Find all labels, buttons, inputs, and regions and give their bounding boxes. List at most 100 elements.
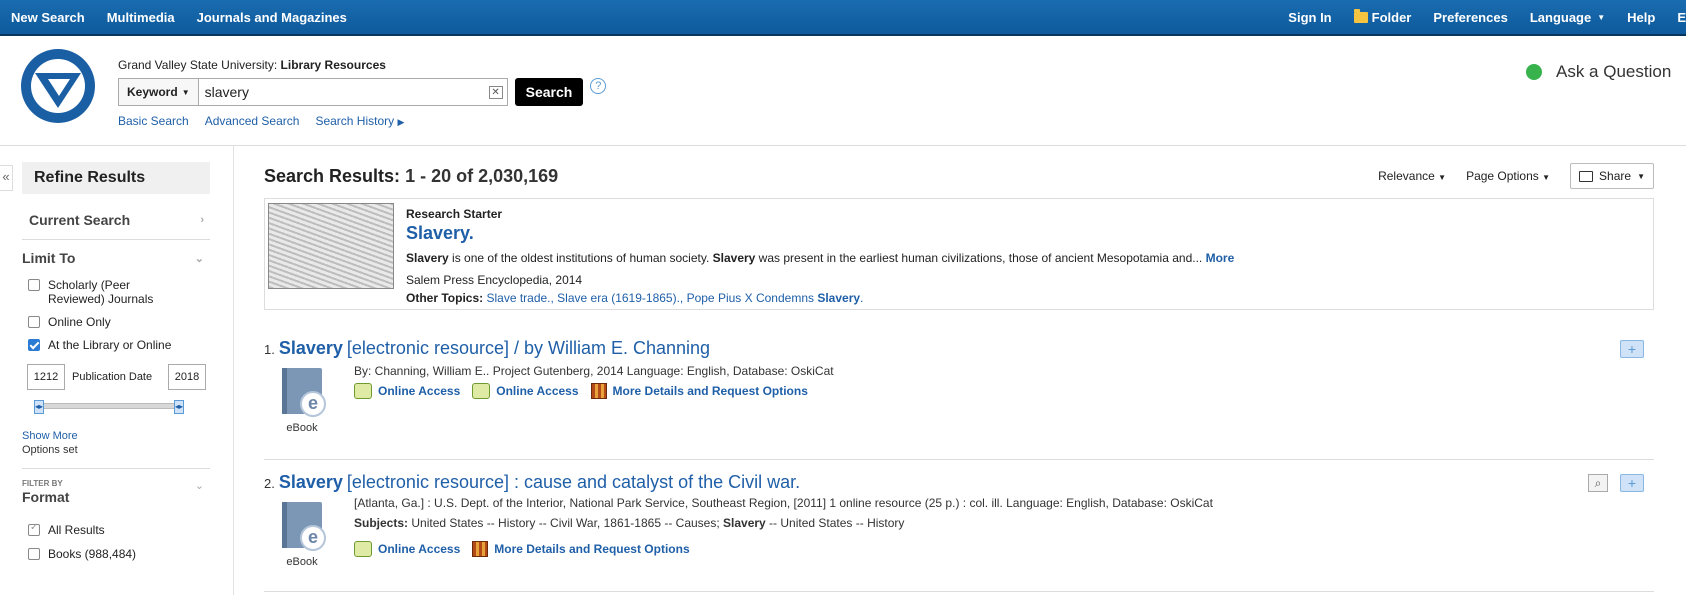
header: Grand Valley State University: Library R… — [0, 36, 1686, 146]
caret-down-icon: ▼ — [1637, 171, 1645, 181]
online-access-label[interactable]: Online Access — [496, 384, 578, 398]
checkbox[interactable] — [28, 279, 40, 291]
share-button[interactable]: Share ▼ — [1570, 163, 1654, 189]
result-item: 1. Slavery [electronic resource] / by Wil… — [264, 338, 1654, 460]
date-to-input[interactable]: 2018 — [168, 364, 206, 390]
caret-down-icon: ▼ — [1542, 173, 1551, 182]
snippet-highlight: Slavery — [406, 251, 449, 265]
ebook-icon[interactable]: e — [282, 368, 326, 417]
show-more-label[interactable]: Show More — [22, 430, 78, 442]
truncated-nav-item[interactable]: E — [1666, 10, 1686, 25]
online-access-label[interactable]: Online Access — [378, 542, 460, 556]
subjects-text: United States -- History -- Civil War, 1… — [408, 516, 724, 530]
result-links: Online Access More Details and Request O… — [354, 541, 690, 557]
language-menu[interactable]: Language ▼ — [1519, 10, 1616, 25]
add-to-folder-icon[interactable]: + — [1620, 474, 1644, 492]
other-topics-label: Other Topics: — [406, 291, 484, 305]
format-label: eBook — [286, 422, 318, 434]
university-logo-icon[interactable] — [18, 46, 98, 126]
page-options-menu[interactable]: Page Options ▼ — [1466, 169, 1550, 183]
chevron-down-icon: ⌄ — [194, 480, 204, 492]
preferences-link[interactable]: Preferences — [1422, 10, 1518, 25]
share-icon — [1579, 170, 1594, 182]
nav-new-search[interactable]: New Search — [0, 10, 96, 25]
language-label: Language — [1529, 9, 1592, 25]
help-link[interactable]: Help — [1616, 10, 1666, 25]
result-title[interactable]: 1. Slavery [electronic resource] / by Wil… — [264, 338, 1654, 359]
search-history-link[interactable]: Search History ▶ — [315, 114, 404, 128]
format-books[interactable]: Books (988,484) — [28, 547, 210, 561]
share-label: Share — [1599, 169, 1632, 183]
nav-multimedia[interactable]: Multimedia — [96, 10, 186, 25]
current-search-section[interactable]: Current Search › — [22, 200, 210, 240]
nav-journals-magazines[interactable]: Journals and Magazines — [186, 10, 358, 25]
format-all-results[interactable]: All Results — [28, 522, 210, 537]
online-access-label[interactable]: Online Access — [378, 384, 460, 398]
sign-in-link[interactable]: Sign In — [1277, 10, 1342, 25]
checkbox[interactable] — [28, 316, 40, 328]
sort-relevance-menu[interactable]: Relevance ▼ — [1378, 169, 1446, 183]
clear-search-icon[interactable]: ✕ — [488, 86, 503, 99]
sort-label: Relevance — [1378, 169, 1435, 183]
search-input[interactable]: slavery ✕ — [197, 78, 508, 106]
basic-search-link[interactable]: Basic Search — [118, 114, 189, 128]
online-access-link[interactable]: Online Access — [472, 383, 579, 399]
title-highlight: Slavery — [278, 338, 343, 358]
research-starter-title[interactable]: Slavery. — [406, 223, 1234, 244]
advanced-search-link[interactable]: Advanced Search — [205, 114, 300, 128]
title-rest: [electronic resource] : cause and cataly… — [346, 472, 801, 492]
search-sublinks: Basic Search Advanced Search Search Hist… — [118, 114, 404, 128]
subjects-text: -- United States -- History — [765, 516, 905, 530]
limit-scholarly[interactable]: Scholarly (Peer Reviewed) Journals — [28, 278, 210, 306]
online-access-link[interactable]: Online Access — [354, 383, 460, 399]
status-online-icon — [1526, 64, 1542, 80]
add-to-folder-icon[interactable]: + — [1620, 340, 1644, 358]
date-from-input[interactable]: 1212 — [27, 364, 65, 390]
filter-by-label: FILTER BY — [22, 479, 63, 488]
result-meta: [Atlanta, Ga.] : U.S. Dept. of the Inter… — [354, 496, 1213, 510]
results-label: Search Results: — [264, 165, 401, 186]
result-title[interactable]: 2. Slavery [electronic resource] : cause … — [264, 472, 1654, 493]
top-nav-bar: New Search Multimedia Journals and Magaz… — [0, 0, 1686, 36]
slider-handle-right-icon[interactable]: ◂▸ — [174, 400, 184, 414]
results-header: Search Results: 1 - 20 of 2,030,169 Rele… — [264, 162, 1654, 190]
checkbox-checked[interactable] — [28, 339, 40, 351]
help-icon[interactable]: ? — [590, 78, 607, 94]
checkbox[interactable] — [28, 548, 40, 560]
slider-handle-left-icon[interactable]: ◂▸ — [34, 400, 44, 414]
details-icon — [590, 383, 607, 399]
limit-library-or-online[interactable]: At the Library or Online — [28, 338, 210, 352]
date-slider[interactable]: ◂▸ ◂▸ — [34, 400, 184, 414]
publication-date-range: 1212 Publication Date 2018 — [27, 364, 210, 390]
more-details-link[interactable]: More Details and Request Options — [472, 541, 690, 557]
research-starter-image[interactable] — [268, 203, 394, 289]
limit-label: Scholarly (Peer Reviewed) Journals — [48, 278, 154, 306]
online-access-link[interactable]: Online Access — [354, 541, 460, 557]
preview-magnifier-icon[interactable]: ⌕ — [1588, 474, 1608, 492]
ask-a-question-widget[interactable]: Ask a Question — [1510, 50, 1686, 94]
more-details-label[interactable]: More Details and Request Options — [613, 384, 808, 398]
checkbox-checked[interactable] — [28, 522, 40, 536]
search-field-label: Keyword — [127, 85, 178, 99]
search-button[interactable]: Search — [514, 78, 584, 106]
more-link[interactable]: More — [1206, 251, 1235, 265]
more-details-label[interactable]: More Details and Request Options — [494, 542, 689, 556]
research-starter-snippet: Slavery is one of the oldest institution… — [406, 251, 1234, 265]
show-more-link[interactable]: Show More — [22, 430, 210, 442]
refine-results-heading: Refine Results — [22, 162, 210, 194]
result-meta: By: Channing, William E.. Project Gutenb… — [354, 364, 834, 378]
snippet-highlight: Slavery — [712, 251, 756, 265]
limit-to-section[interactable]: Limit To ⌄ — [22, 240, 210, 276]
ebook-icon[interactable]: e — [282, 502, 326, 551]
chevron-right-icon: › — [200, 213, 204, 226]
research-starter-source: Salem Press Encyclopedia, 2014 — [406, 273, 583, 287]
other-topics-links[interactable]: Slave trade., Slave era (1619-1865)., Po… — [486, 291, 863, 305]
collapse-sidebar-button[interactable]: « — [0, 165, 13, 191]
search-field-select[interactable]: Keyword ▼ — [118, 78, 198, 106]
limit-online-only[interactable]: Online Only — [28, 315, 210, 329]
format-filter-header[interactable]: FILTER BY Format ⌄ — [22, 468, 210, 505]
folder-link[interactable]: Folder — [1343, 8, 1423, 25]
more-details-link[interactable]: More Details and Request Options — [590, 383, 808, 399]
title-highlight: Slavery — [278, 472, 343, 492]
snippet-text: is one of the oldest institutions of hum… — [448, 251, 713, 265]
